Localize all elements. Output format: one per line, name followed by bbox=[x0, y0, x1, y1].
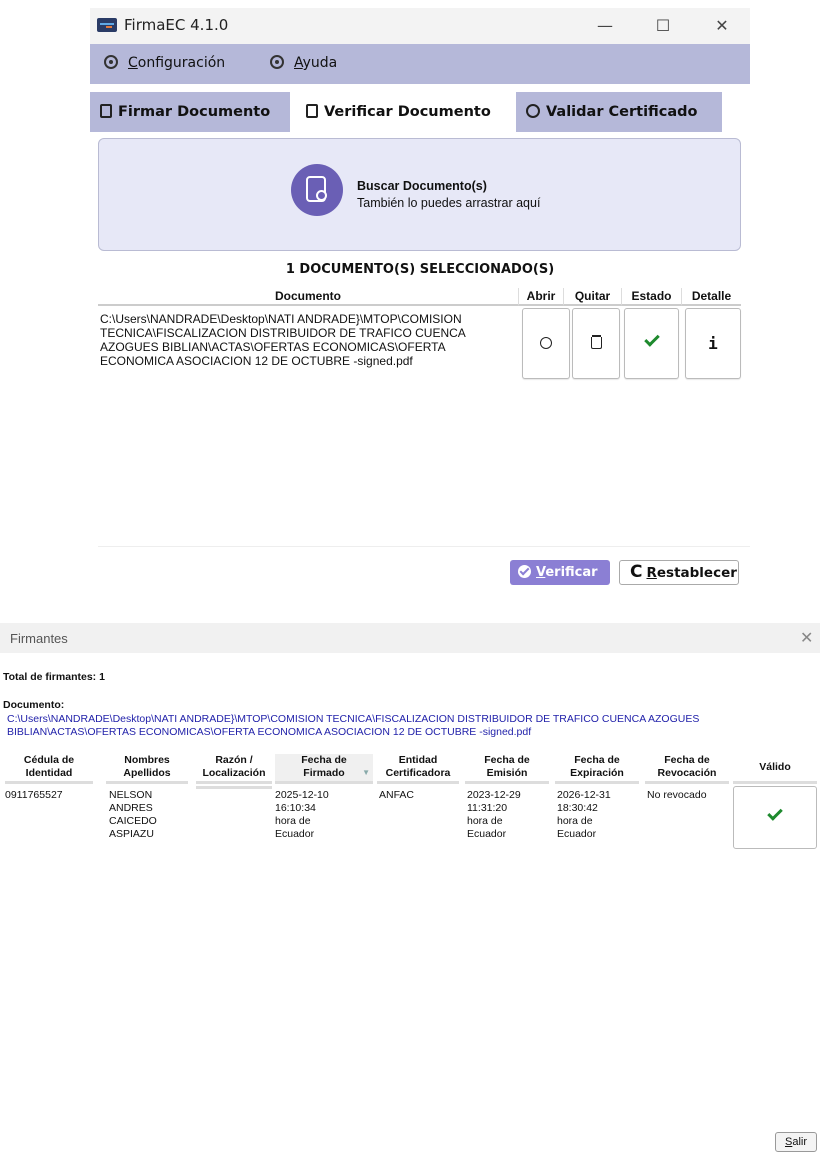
document-label: Documento: bbox=[3, 699, 65, 711]
app-logo-icon bbox=[97, 18, 117, 32]
cell-fecha-emision: 2023-12-29 11:31:20 hora de Ecuador bbox=[467, 789, 521, 840]
cell-fecha-expiracion: 2026-12-31 18:30:42 hora de Ecuador bbox=[557, 789, 611, 840]
dialog-title-bar: Firmantes ✕ bbox=[0, 623, 820, 653]
dialog-title: Firmantes bbox=[10, 631, 68, 646]
cell-entidad: ANFAC bbox=[379, 789, 415, 801]
salir-button[interactable]: Salir bbox=[775, 1132, 817, 1152]
cell-nombres: NELSON ANDRES CAICEDO ASPIAZU bbox=[109, 789, 157, 840]
document-path-link[interactable]: C:\Users\NANDRADE\Desktop\NATI ANDRADE}\… bbox=[7, 713, 797, 739]
salir-label: alir bbox=[792, 1136, 807, 1148]
check-icon bbox=[643, 331, 660, 347]
selection-count: 1 DOCUMENTO(S) SELECCIONADO(S) bbox=[285, 262, 555, 277]
cell-cedula: 0911765527 bbox=[5, 789, 63, 801]
col-header-fecha-revocacion[interactable]: Fecha de Revocación bbox=[645, 754, 729, 784]
verificar-label: erificar bbox=[545, 565, 598, 580]
main-window: FirmaEC 4.1.0 — ☐ ✕ Configuración Ayuda … bbox=[90, 8, 750, 593]
maximize-button[interactable]: ☐ bbox=[643, 14, 683, 38]
col-header-entidad[interactable]: Entidad Certificadora bbox=[377, 754, 459, 784]
verify-document-icon bbox=[306, 104, 318, 118]
divider bbox=[98, 546, 750, 547]
col-header-fecha-emision[interactable]: Fecha de Emisión bbox=[465, 754, 549, 784]
search-icon bbox=[540, 337, 552, 349]
col-header-fecha-firmado[interactable]: Fecha de Firmado ▼ bbox=[275, 754, 373, 784]
search-document-icon[interactable] bbox=[291, 164, 343, 216]
dialog-close-button[interactable]: ✕ bbox=[800, 628, 813, 647]
tab-firmar-documento[interactable]: Firmar Documento (1) bbox=[90, 92, 290, 160]
col-header-cedula[interactable]: Cédula de Identidad bbox=[5, 754, 93, 784]
remove-document-button[interactable] bbox=[572, 308, 620, 379]
open-document-button[interactable] bbox=[522, 308, 570, 379]
col-header-nombres[interactable]: Nombres Apellidos bbox=[106, 754, 188, 784]
search-panel-subtitle: También lo puedes arrastrar aquí bbox=[357, 196, 541, 210]
tab-validar-certificado[interactable]: Validar Certificado (3) bbox=[516, 92, 722, 160]
close-button[interactable]: ✕ bbox=[702, 14, 742, 38]
verificar-mnemonic: V bbox=[536, 565, 546, 580]
cell-fecha-firmado: 2025-12-10 16:10:34 hora de Ecuador bbox=[275, 789, 329, 840]
certificate-check-icon bbox=[526, 104, 540, 118]
menu-configuracion-label: onfiguración bbox=[137, 55, 226, 71]
col-header-razon[interactable]: Razón / Localización bbox=[196, 754, 272, 784]
col-header-fecha-expiracion[interactable]: Fecha de Expiración bbox=[555, 754, 639, 784]
col-header-quitar: Quitar bbox=[563, 288, 621, 306]
window-title: FirmaEC 4.1.0 bbox=[124, 16, 229, 34]
col-header-fecha-firmado-label: Fecha de Firmado bbox=[301, 754, 347, 779]
cell-razon bbox=[196, 786, 272, 844]
restablecer-label: establecer bbox=[656, 565, 737, 581]
col-header-abrir: Abrir bbox=[518, 288, 563, 306]
info-icon: i bbox=[708, 334, 718, 353]
status-indicator[interactable] bbox=[624, 308, 679, 379]
restablecer-mnemonic: R bbox=[646, 565, 657, 581]
search-drop-zone[interactable]: Buscar Documento(s) También lo puedes ar… bbox=[98, 138, 741, 251]
cell-fecha-revocacion: No revocado bbox=[647, 789, 707, 801]
total-signers: Total de firmantes: 1 bbox=[3, 671, 105, 683]
trash-icon bbox=[590, 337, 602, 349]
tab-verificar-documento[interactable]: Verificar Documento (2) bbox=[296, 92, 510, 160]
verificar-button[interactable]: Verificar bbox=[510, 560, 610, 585]
detail-button[interactable]: i bbox=[685, 308, 741, 379]
help-icon bbox=[270, 55, 284, 69]
search-panel-title: Buscar Documento(s) bbox=[357, 179, 487, 193]
menu-configuracion[interactable]: Configuración bbox=[104, 55, 225, 71]
gear-icon bbox=[104, 55, 118, 69]
menu-ayuda[interactable]: Ayuda bbox=[270, 55, 337, 71]
reset-icon: C bbox=[630, 562, 643, 582]
sort-desc-icon: ▼ bbox=[362, 768, 370, 777]
restablecer-button[interactable]: C Restablecer bbox=[619, 560, 739, 585]
col-header-estado: Estado bbox=[621, 288, 681, 306]
minimize-button[interactable]: — bbox=[585, 14, 625, 38]
check-circle-icon bbox=[518, 565, 531, 578]
menu-configuracion-mnemonic: C bbox=[128, 55, 138, 71]
check-icon bbox=[767, 805, 783, 821]
tab-bar: Firmar Documento (1) Verificar Documento… bbox=[90, 84, 750, 160]
col-header-detalle: Detalle bbox=[681, 288, 741, 306]
col-header-documento: Documento bbox=[98, 288, 518, 306]
title-bar: FirmaEC 4.1.0 — ☐ ✕ bbox=[90, 8, 750, 44]
valid-status-button[interactable] bbox=[733, 786, 817, 849]
document-path: C:\Users\NANDRADE\Desktop\NATI ANDRADE}\… bbox=[100, 312, 466, 368]
menu-bar: Configuración Ayuda bbox=[90, 44, 750, 84]
menu-ayuda-mnemonic: A bbox=[294, 55, 303, 71]
sign-document-icon bbox=[100, 104, 112, 118]
col-header-valido[interactable]: Válido bbox=[733, 754, 817, 784]
menu-ayuda-label: yuda bbox=[302, 55, 338, 71]
